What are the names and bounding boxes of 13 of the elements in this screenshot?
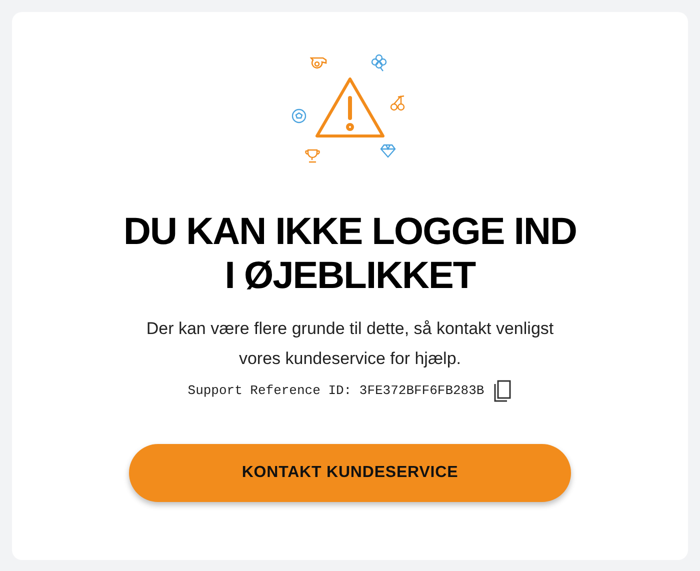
football-icon — [291, 108, 307, 124]
trophy-icon — [305, 148, 321, 163]
support-reference-text: Support Reference ID: 3FE372BFF6FB283B — [188, 382, 484, 400]
cherries-icon — [390, 94, 406, 112]
contact-button[interactable]: KONTAKT KUNDESERVICE — [129, 444, 571, 502]
warning-icon — [314, 76, 386, 140]
heading-line: I ØJEBLIKKET — [224, 254, 476, 298]
copy-icon[interactable] — [494, 380, 512, 402]
heading-line: DU KAN IKKE LOGGE IND — [124, 210, 576, 254]
whistle-icon — [310, 56, 328, 70]
message-text: Der kan være flere grunde til dette, så kontakt venligst vores kundeservice for hjælp. — [145, 318, 555, 370]
clover-icon — [371, 54, 387, 72]
diamond-icon — [380, 144, 396, 158]
